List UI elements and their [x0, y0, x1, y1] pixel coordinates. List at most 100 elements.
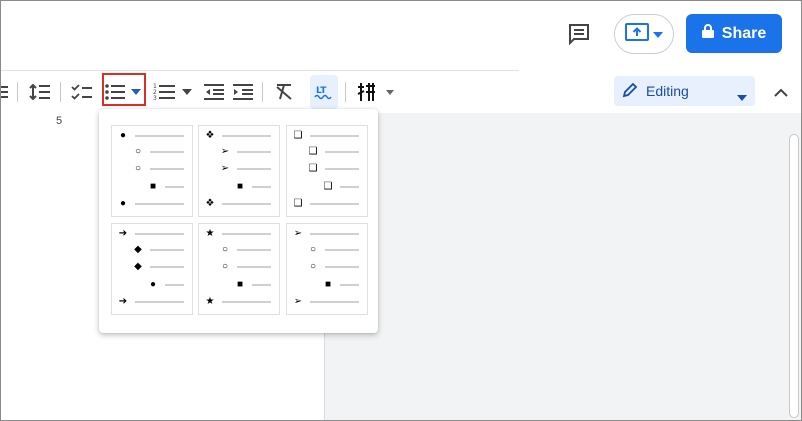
- bullet-preview-row: ●: [112, 131, 192, 141]
- spellcheck-icon[interactable]: LT: [310, 75, 338, 109]
- bullet-glyph: ○: [221, 244, 229, 255]
- bullet-glyph: ❑: [323, 181, 333, 192]
- bullet-preview-row: ○: [112, 147, 192, 157]
- bullet-glyph: ■: [236, 181, 244, 192]
- share-label: Share: [721, 24, 767, 42]
- lock-icon: [701, 24, 714, 43]
- bullet-preview-row: ➢: [287, 297, 367, 307]
- bullet-glyph: ◆: [134, 261, 142, 272]
- document-canvas-margin: [324, 130, 801, 420]
- input-tools-icon[interactable]: [353, 75, 379, 109]
- toolbar-separator: [60, 82, 61, 102]
- bullet-preview-line: [325, 266, 359, 268]
- clear-formatting-icon[interactable]: [272, 75, 296, 109]
- bullet-glyph: ➢: [220, 163, 230, 174]
- bullet-preview-row: ➢: [287, 229, 367, 239]
- present-button[interactable]: [614, 14, 674, 54]
- bullet-glyph: ➢: [293, 228, 303, 239]
- bullet-preview-row: ❖: [199, 131, 279, 141]
- bullet-glyph: ❖: [205, 130, 215, 141]
- bullet-glyph: ❑: [293, 130, 303, 141]
- bullet-preview-line: [252, 186, 271, 188]
- ruler-number: 5: [56, 115, 63, 127]
- bullet-preview-line: [165, 284, 184, 286]
- bullet-glyph: ➢: [220, 146, 230, 157]
- bullet-preview-line: [237, 168, 271, 170]
- editing-mode-dropdown[interactable]: Editing: [614, 76, 755, 106]
- bullet-preview-row: ■: [287, 280, 367, 290]
- bullet-preview-row: ●: [112, 199, 192, 209]
- bullet-preview-row: ➢: [199, 147, 279, 157]
- bullet-preview-row: ❑: [287, 182, 367, 192]
- bullet-preview-row: ○: [199, 262, 279, 272]
- bullet-glyph: ○: [221, 261, 229, 272]
- collapse-toolbar-icon[interactable]: [770, 75, 792, 109]
- bullet-preview-row: ◆: [112, 262, 192, 272]
- bullet-preview-row: ■: [199, 182, 279, 192]
- bullet-preview-row: ➢: [199, 164, 279, 174]
- bullet-preview-line: [222, 301, 271, 303]
- share-button[interactable]: Share: [686, 14, 782, 53]
- bullet-glyph: ■: [236, 279, 244, 290]
- bullet-preview-line: [325, 151, 359, 153]
- bullet-glyph: ◆: [134, 244, 142, 255]
- editing-label: Editing: [646, 83, 689, 99]
- formatting-toolbar: 123 LT Editing: [1, 73, 801, 111]
- svg-text:3: 3: [153, 95, 157, 102]
- bullet-preview-line: [135, 203, 184, 205]
- bullet-glyph: ➔: [118, 296, 128, 307]
- bullet-glyph: ●: [149, 279, 157, 290]
- checklist-icon[interactable]: [69, 75, 95, 109]
- bullet-options-dropdown: ● ○ ○ ■ ● ❖ ➢ ➢ ■ ❖ ❑ ❑ ❑ ❑ ❑ ➔ ◆ ◆ ● ➔ ★ ○ ○ ■ ★ ➢ ○ ○ ■ ➢: [99, 109, 378, 333]
- bullet-preview-row: ○: [287, 245, 367, 255]
- chevron-down-icon: [653, 25, 663, 43]
- svg-text:LT: LT: [316, 86, 327, 96]
- line-spacing-icon[interactable]: [27, 75, 53, 109]
- increase-indent-icon[interactable]: [231, 75, 255, 109]
- bullet-preset-3d-box[interactable]: ❑ ❑ ❑ ❑ ❑: [286, 125, 368, 217]
- bullet-preview-row: ■: [199, 280, 279, 290]
- numbered-options-chevron-icon[interactable]: [179, 75, 195, 109]
- bullet-preview-line: [252, 284, 271, 286]
- bullet-preview-line: [237, 266, 271, 268]
- bullet-preview-line: [150, 151, 184, 153]
- bullet-preview-row: ★: [199, 297, 279, 307]
- input-tools-chevron-icon[interactable]: [383, 75, 397, 109]
- bullet-preview-line: [340, 284, 359, 286]
- app-window: Share 123 LT Editing 5 ● ○ ○ ■ ● ❖ ➢ ➢ ■…: [0, 0, 802, 421]
- bullet-preview-line: [150, 266, 184, 268]
- bullet-preview-line: [340, 186, 359, 188]
- bullet-preview-line: [310, 233, 359, 235]
- decrease-indent-icon[interactable]: [202, 75, 226, 109]
- comment-icon[interactable]: [566, 21, 592, 47]
- vertical-scrollbar[interactable]: [789, 134, 799, 418]
- bullet-preview-line: [165, 186, 184, 188]
- bullet-preview-line: [135, 301, 184, 303]
- bullet-preview-line: [222, 233, 271, 235]
- numbered-list-icon[interactable]: 123: [152, 75, 176, 109]
- bullet-preview-row: ■: [112, 182, 192, 192]
- bullet-glyph: ➢: [293, 296, 303, 307]
- bullet-glyph: ❑: [308, 163, 318, 174]
- bullet-preview-line: [310, 203, 359, 205]
- bullet-glyph: ■: [149, 181, 157, 192]
- bullet-preset-diamond-x[interactable]: ❖ ➢ ➢ ■ ❖: [198, 125, 280, 217]
- bullet-preview-row: ❖: [199, 199, 279, 209]
- bullet-preview-row: ○: [112, 164, 192, 174]
- bullet-preview-row: ★: [199, 229, 279, 239]
- bullet-glyph: ★: [205, 228, 215, 239]
- bullet-preset-arrow[interactable]: ➔ ◆ ◆ ● ➔: [111, 223, 193, 315]
- bullet-glyph: ★: [205, 296, 215, 307]
- bullet-preview-row: ❑: [287, 199, 367, 209]
- bullet-preset-arrowhead[interactable]: ➢ ○ ○ ■ ➢: [286, 223, 368, 315]
- bullet-preview-line: [150, 249, 184, 251]
- bullet-glyph: ■: [324, 279, 332, 290]
- bullet-preview-row: ○: [199, 245, 279, 255]
- bullet-preset-filled-circle[interactable]: ● ○ ○ ■ ●: [111, 125, 193, 217]
- bullet-preset-star[interactable]: ★ ○ ○ ■ ★: [198, 223, 280, 315]
- bullet-glyph: ○: [309, 261, 317, 272]
- bullet-glyph: ○: [134, 146, 142, 157]
- bullet-preview-row: ➔: [112, 229, 192, 239]
- align-justify-icon[interactable]: [1, 75, 9, 109]
- bullet-preview-row: ❑: [287, 164, 367, 174]
